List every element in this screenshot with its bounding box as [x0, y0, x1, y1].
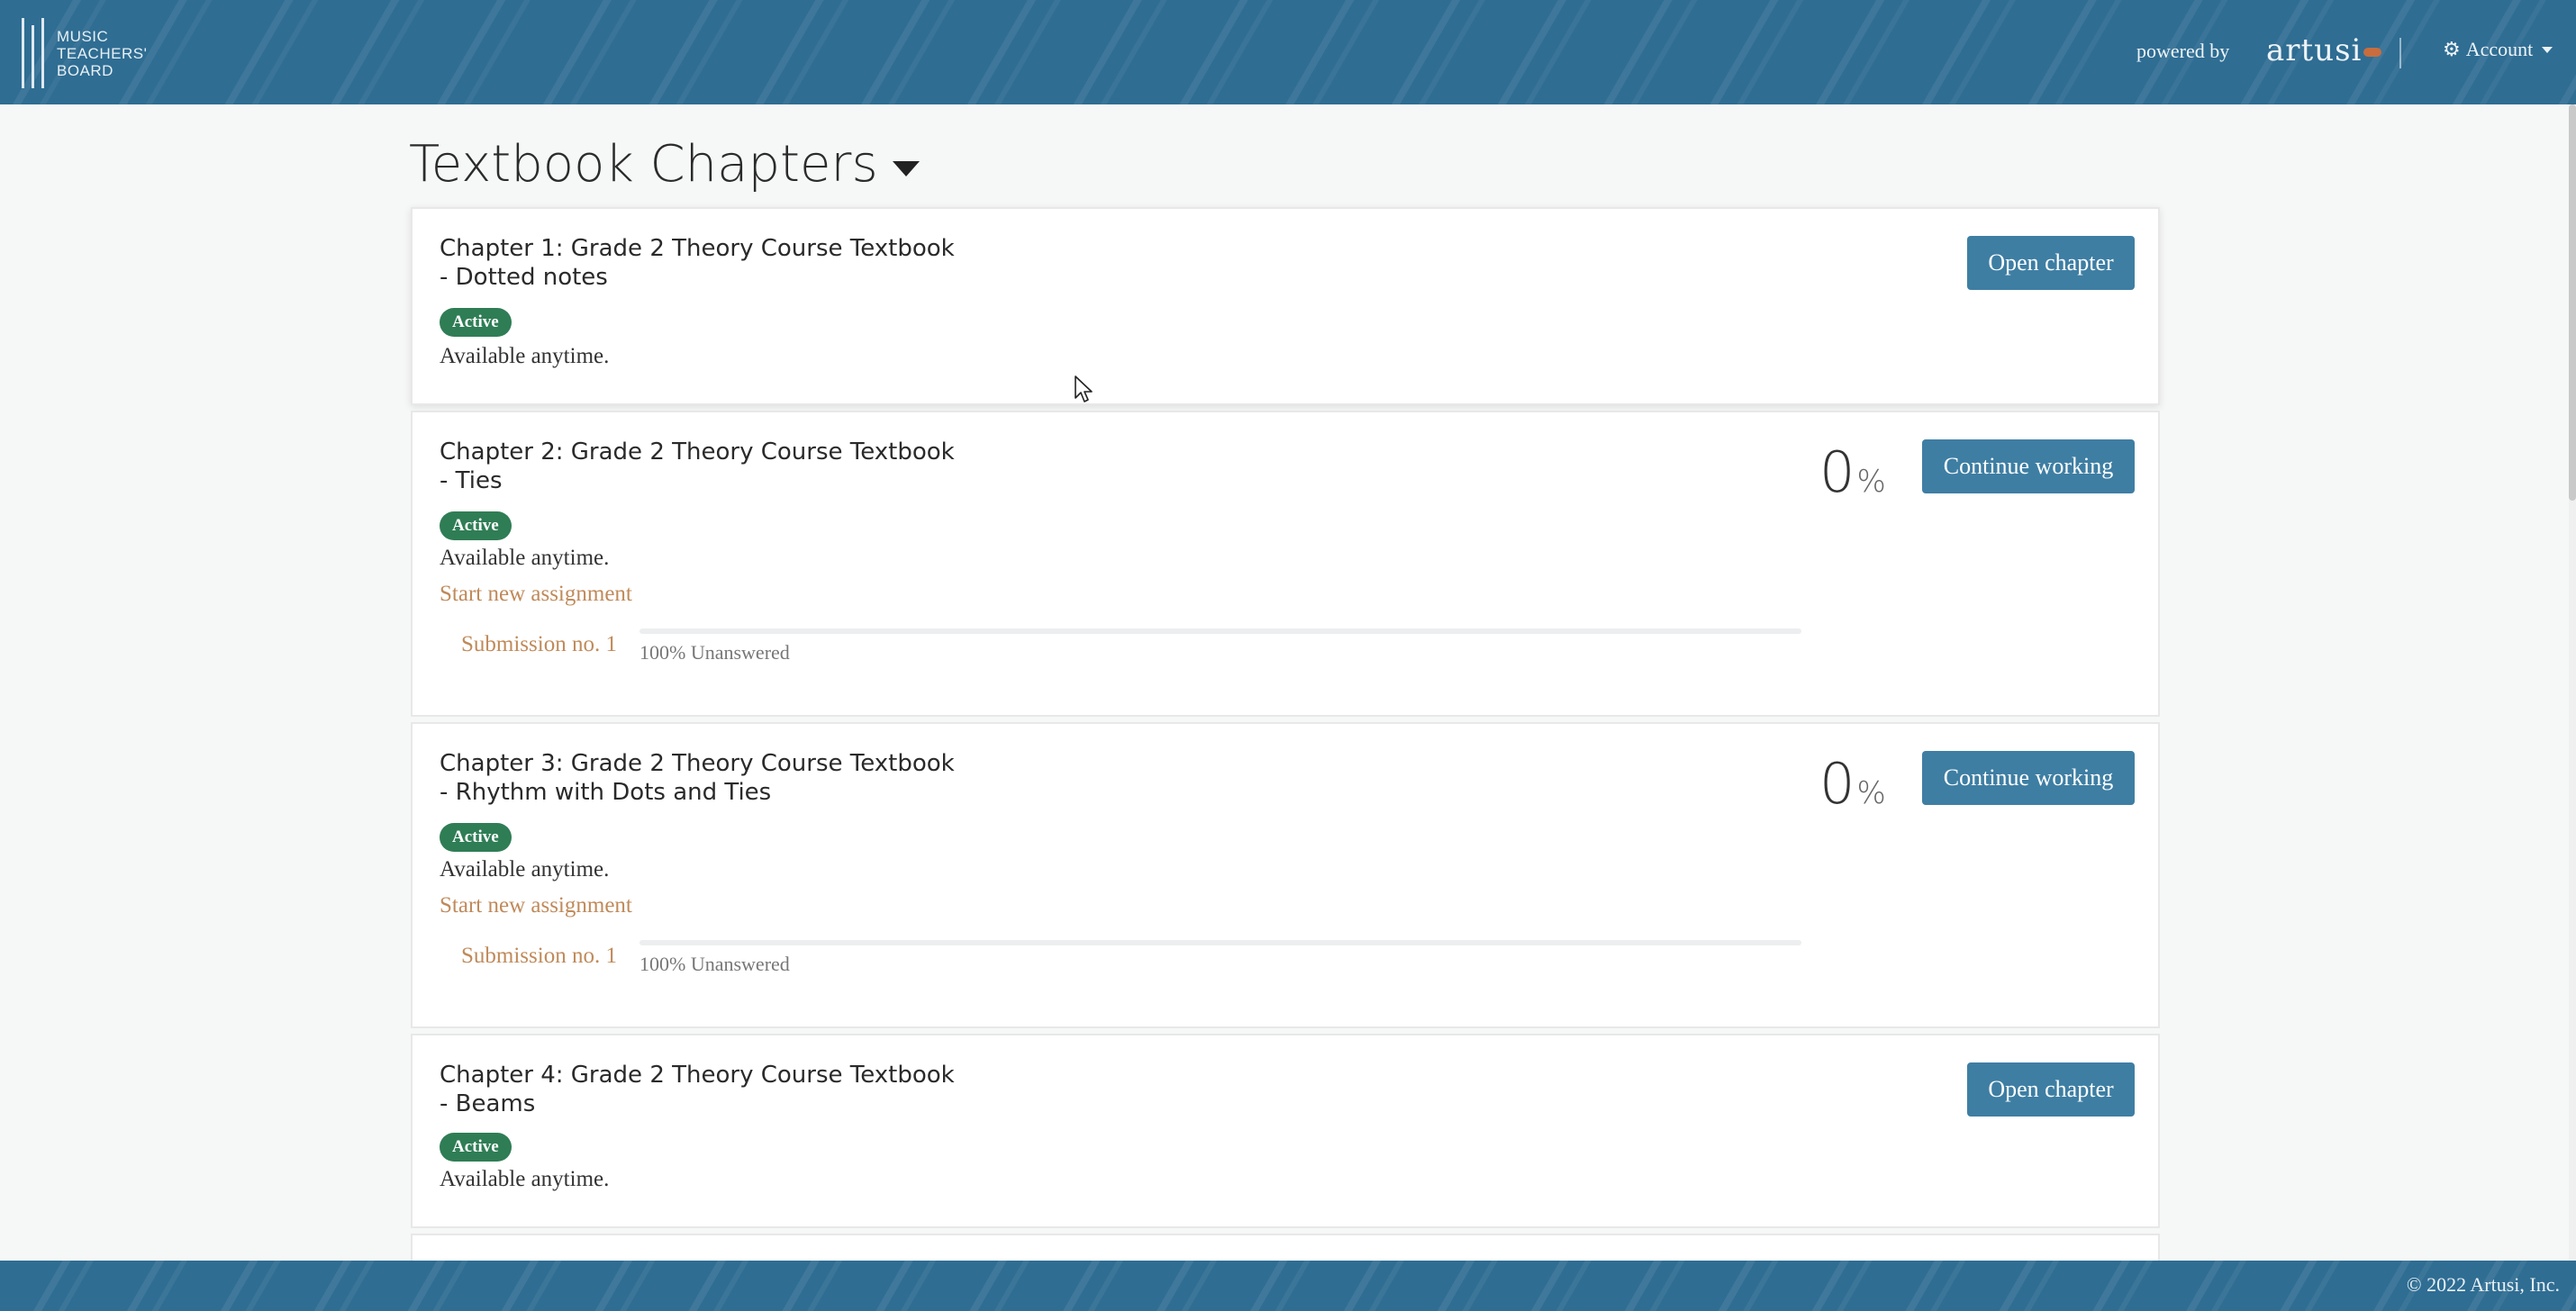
- account-menu[interactable]: ⚙ Account: [2443, 38, 2553, 61]
- completion-percent: 0%: [1819, 439, 1886, 505]
- header-divider: [2399, 38, 2401, 68]
- logo-line-3: BOARD: [57, 61, 113, 79]
- copyright-text: © 2022 Artusi, Inc.: [2406, 1273, 2560, 1296]
- page-title-text: Textbook Chapters: [409, 135, 878, 194]
- start-new-assignment-link[interactable]: Start new assignment: [440, 893, 632, 918]
- chevron-down-icon: [2542, 46, 2553, 53]
- mtb-logo[interactable]: MUSIC TEACHERS' BOARD: [22, 16, 147, 90]
- chapter-title-line2: - Dotted notes: [440, 264, 608, 291]
- caret-down-icon: [892, 161, 920, 176]
- submission-progress-bar: [639, 940, 1801, 945]
- artusi-mark-icon: [2363, 48, 2382, 57]
- gear-icon: ⚙: [2443, 38, 2461, 60]
- logo-bars-icon: [22, 18, 44, 88]
- chapter-title-line2: - Beams: [440, 1090, 536, 1117]
- powered-by-label: powered by: [2136, 40, 2230, 62]
- logo-line-2: TEACHERS': [57, 44, 148, 62]
- submission-progress-bar: [639, 628, 1801, 634]
- chapter-title: Chapter 2: Grade 2 Theory Course Textboo…: [440, 438, 1070, 495]
- status-badge: Active: [440, 823, 512, 852]
- chapter-title-line1: Chapter 1: Grade 2 Theory Course Textboo…: [440, 235, 955, 262]
- page-scrollbar-thumb[interactable]: [2569, 104, 2576, 501]
- chapter-card-2: Chapter 2: Grade 2 Theory Course Textboo…: [411, 411, 2160, 717]
- chapter-title: Chapter 1: Grade 2 Theory Course Textboo…: [440, 234, 1070, 292]
- percent-sign: %: [1856, 464, 1886, 500]
- availability-text: Available anytime.: [440, 344, 610, 368]
- chapter-title-line1: Chapter 2: Grade 2 Theory Course Textboo…: [440, 439, 955, 466]
- open-chapter-button[interactable]: Open chapter: [1967, 1062, 2135, 1117]
- chapter-title-line1: Chapter 4: Grade 2 Theory Course Textboo…: [440, 1062, 955, 1089]
- open-chapter-button[interactable]: Open chapter: [1967, 236, 2135, 290]
- account-label: Account: [2465, 38, 2534, 60]
- artusi-wordmark: artusi: [2266, 32, 2363, 68]
- completion-percent: 0%: [1819, 751, 1886, 817]
- mouse-pointer-icon: [1075, 375, 1093, 402]
- availability-text: Available anytime.: [440, 546, 610, 570]
- start-new-assignment-link[interactable]: Start new assignment: [440, 582, 632, 607]
- chapter-card-5-partial: [411, 1234, 2160, 1261]
- logo-text: MUSIC TEACHERS' BOARD: [57, 28, 147, 79]
- chapter-card-3: Chapter 3: Grade 2 Theory Course Textboo…: [411, 722, 2160, 1028]
- status-badge: Active: [440, 511, 512, 540]
- progress-label: 100% Unanswered: [639, 641, 790, 664]
- page-title[interactable]: Textbook Chapters: [409, 135, 920, 194]
- chapter-title: Chapter 3: Grade 2 Theory Course Textboo…: [440, 749, 1070, 807]
- percent-value: 0: [1819, 751, 1855, 817]
- chapter-title-line2: - Ties: [440, 467, 503, 494]
- chapter-title: Chapter 4: Grade 2 Theory Course Textboo…: [440, 1061, 1070, 1118]
- percent-value: 0: [1819, 439, 1855, 505]
- percent-sign: %: [1856, 775, 1886, 811]
- submission-link[interactable]: Submission no. 1: [461, 632, 617, 657]
- continue-working-button[interactable]: Continue working: [1922, 751, 2135, 805]
- footer-bar: © 2022 Artusi, Inc.: [0, 1261, 2576, 1311]
- chapter-card-4: Chapter 4: Grade 2 Theory Course Textboo…: [411, 1034, 2160, 1228]
- artusi-logo[interactable]: artusi: [2266, 32, 2382, 68]
- logo-line-1: MUSIC: [57, 27, 109, 45]
- status-badge: Active: [440, 308, 512, 337]
- chapter-title-line2: - Rhythm with Dots and Ties: [440, 779, 772, 806]
- status-badge: Active: [440, 1133, 512, 1162]
- availability-text: Available anytime.: [440, 857, 610, 882]
- chapter-card-1: Chapter 1: Grade 2 Theory Course Textboo…: [411, 207, 2160, 405]
- progress-label: 100% Unanswered: [639, 953, 790, 975]
- continue-working-button[interactable]: Continue working: [1922, 439, 2135, 493]
- top-navbar: MUSIC TEACHERS' BOARD powered by artusi …: [0, 0, 2576, 104]
- availability-text: Available anytime.: [440, 1167, 610, 1191]
- submission-link[interactable]: Submission no. 1: [461, 944, 617, 969]
- chapter-title-line1: Chapter 3: Grade 2 Theory Course Textboo…: [440, 750, 955, 777]
